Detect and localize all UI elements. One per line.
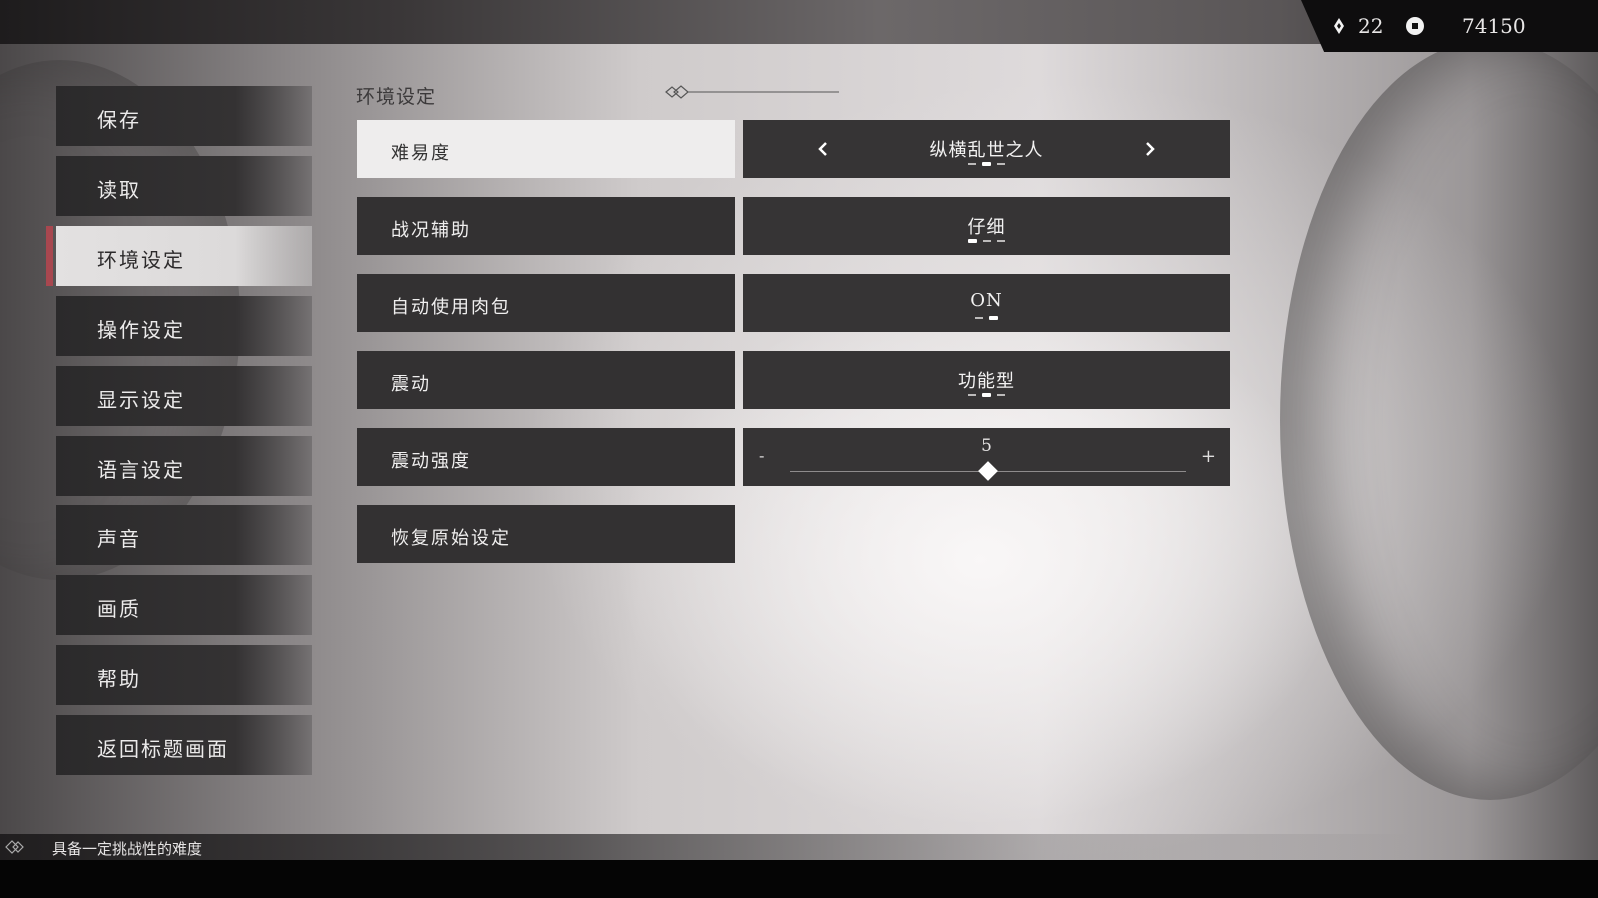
setting-vibration-value[interactable]: 功能型 (743, 351, 1230, 409)
setting-value: 功能型 (958, 371, 1015, 392)
setting-value: ON (970, 290, 1003, 311)
gem-icon (1334, 18, 1344, 34)
menu-item-sound[interactable]: 声音 (56, 505, 312, 565)
option-dot (997, 240, 1005, 242)
setting-label: 自动使用肉包 (391, 297, 511, 318)
vibration-strength-slider[interactable]: - 5 + (743, 428, 1230, 486)
gem-counter: 22 (1334, 14, 1383, 38)
setting-difficulty[interactable]: 难易度 (357, 120, 735, 178)
slider-handle[interactable] (978, 461, 998, 481)
menu-item-label: 语言设定 (97, 458, 185, 482)
reset-defaults-button[interactable]: 恢复原始设定 (357, 505, 735, 563)
setting-battle-assist[interactable]: 战况辅助 (357, 197, 735, 255)
option-dot (997, 394, 1005, 396)
ornament-divider (665, 85, 839, 99)
option-dot (975, 317, 983, 319)
menu-item-label: 环境设定 (97, 248, 185, 272)
menu-item-label: 保存 (97, 108, 141, 132)
currency-panel: 22 74150 (1301, 0, 1598, 52)
menu-item-environment-settings[interactable]: 环境设定 (56, 226, 312, 286)
option-indicator (743, 393, 1230, 397)
hint-text: 具备一定挑战性的难度 (52, 840, 203, 858)
hint-bar: 具备一定挑战性的难度 (0, 834, 1410, 860)
setting-label: 战况辅助 (391, 220, 471, 241)
option-dot (989, 316, 998, 320)
menu-item-label: 显示设定 (97, 388, 185, 412)
setting-label: 震动 (391, 374, 431, 395)
active-menu-marker (46, 226, 53, 286)
menu-item-label: 返回标题画面 (97, 737, 229, 761)
option-dot (982, 393, 991, 397)
option-dot (997, 163, 1005, 165)
section-title: 环境设定 (356, 86, 437, 108)
setting-vibration-strength[interactable]: 震动强度 (357, 428, 735, 486)
slider-value: 5 (981, 436, 992, 456)
menu-item-save[interactable]: 保存 (56, 86, 312, 146)
setting-battle-assist-value[interactable]: 仔细 (743, 197, 1230, 255)
gem-count: 22 (1358, 14, 1384, 38)
game-screen: 22 74150 保存 读取 环境设定 操作设定 显示设定 语言设定 声音 画质… (0, 0, 1598, 898)
ink-swirl-decoration-right (1280, 40, 1598, 800)
option-dot (968, 239, 977, 243)
menu-item-label: 操作设定 (97, 318, 185, 342)
menu-item-label: 画质 (97, 597, 141, 621)
coin-icon (1406, 17, 1424, 35)
option-dot (982, 162, 991, 166)
setting-vibration[interactable]: 震动 (357, 351, 735, 409)
option-indicator (743, 316, 1230, 320)
setting-auto-meat-bun-value[interactable]: ON (743, 274, 1230, 332)
slider-increase-button[interactable]: + (1201, 446, 1216, 467)
diamond-ornament-icon (5, 840, 24, 854)
setting-auto-meat-bun[interactable]: 自动使用肉包 (357, 274, 735, 332)
option-indicator (743, 162, 1230, 166)
option-dot (968, 163, 976, 165)
menu-item-language-settings[interactable]: 语言设定 (56, 436, 312, 496)
menu-item-label: 帮助 (97, 667, 141, 691)
menu-item-help[interactable]: 帮助 (56, 645, 312, 705)
setting-difficulty-value[interactable]: 纵横乱世之人 (743, 120, 1230, 178)
option-indicator (743, 239, 1230, 243)
setting-value: 仔细 (967, 217, 1006, 238)
setting-label: 恢复原始设定 (391, 528, 511, 549)
setting-label: 难易度 (391, 143, 451, 164)
menu-item-label: 声音 (97, 527, 141, 551)
option-dot (968, 394, 976, 396)
setting-label: 震动强度 (391, 451, 471, 472)
coin-counter: 74150 (1406, 14, 1526, 38)
menu-item-graphics[interactable]: 画质 (56, 575, 312, 635)
chevron-right-icon[interactable] (1138, 139, 1160, 159)
menu-item-control-settings[interactable]: 操作设定 (56, 296, 312, 356)
menu-item-load[interactable]: 读取 (56, 156, 312, 216)
slider-track[interactable] (790, 461, 1186, 481)
coin-count: 74150 (1462, 14, 1526, 38)
option-dot (983, 240, 991, 242)
menu-item-label: 读取 (97, 178, 141, 202)
menu-item-return-to-title[interactable]: 返回标题画面 (56, 715, 312, 775)
bottom-letterbox (0, 860, 1598, 898)
menu-item-display-settings[interactable]: 显示设定 (56, 366, 312, 426)
